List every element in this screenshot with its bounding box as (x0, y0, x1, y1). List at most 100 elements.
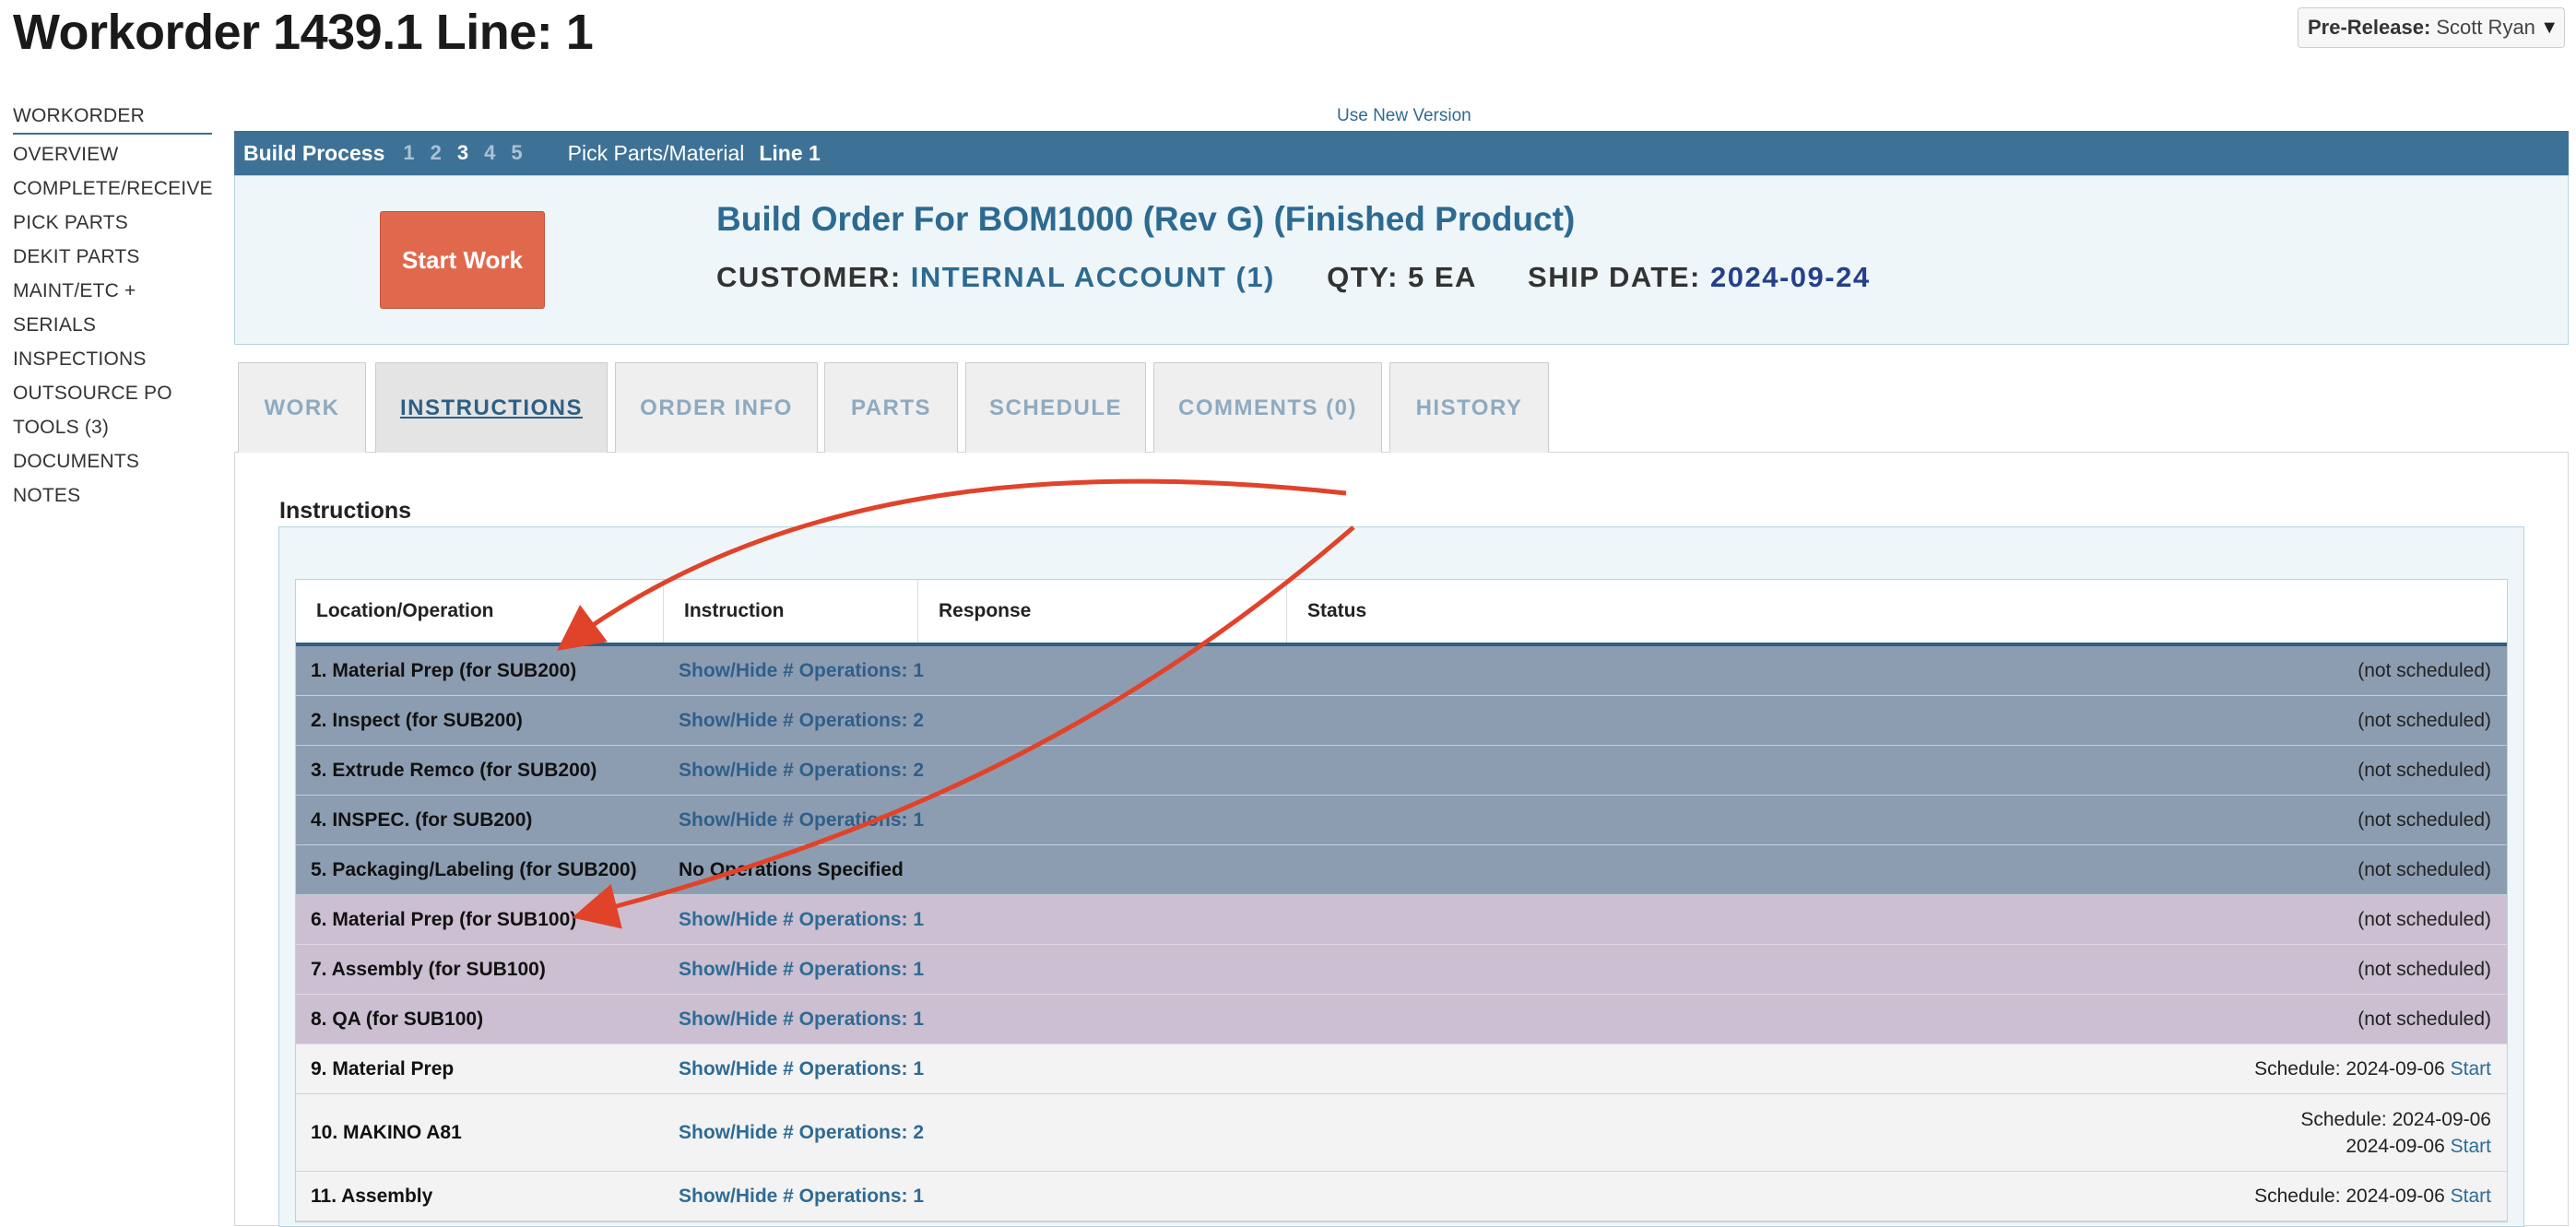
tab-instructions[interactable]: INSTRUCTIONS (375, 362, 608, 453)
build-step-4[interactable]: 4 (484, 141, 495, 165)
show-hide-operations-link[interactable]: Show/Hide # Operations: 1 (679, 1058, 924, 1080)
operation-name: 2. Inspect (for SUB200) (311, 709, 523, 731)
qty-value: QTY: 5 EA (1327, 261, 1476, 293)
operation-name: 7. Assembly (for SUB100) (311, 958, 546, 980)
table-row: 3. Extrude Remco (for SUB200) Show/Hide … (296, 746, 2507, 796)
nav-item-maint-etc[interactable]: MAINT/ETC + (13, 274, 212, 308)
nav-item-serials[interactable]: SERIALS (13, 308, 212, 342)
show-hide-operations-link[interactable]: Show/Hide # Operations: 1 (679, 809, 924, 831)
show-hide-operations-link[interactable]: Show/Hide # Operations: 2 (679, 1122, 924, 1143)
nav-item-documents[interactable]: DOCUMENTS (13, 444, 212, 478)
build-step-5[interactable]: 5 (511, 141, 522, 165)
dropdown-caret-icon: ▼ (2540, 18, 2558, 38)
operation-name: 11. Assembly (311, 1185, 433, 1207)
table-row: 11. Assembly Show/Hide # Operations: 1 S… (296, 1172, 2507, 1221)
status-text: (not scheduled) (2357, 1008, 2491, 1030)
nav-item-notes[interactable]: NOTES (13, 478, 212, 513)
build-step-1[interactable]: 1 (403, 141, 414, 165)
operation-name: 6. Material Prep (for SUB100) (311, 908, 577, 930)
prerelease-label: Pre-Release: (2308, 16, 2431, 39)
operation-name: 9. Material Prep (311, 1057, 455, 1080)
operation-name: 3. Extrude Remco (for SUB200) (311, 759, 597, 781)
operation-name: 1. Material Prep (for SUB200) (311, 659, 577, 681)
table-row: 10. MAKINO A81 Show/Hide # Operations: 2… (296, 1094, 2507, 1172)
start-operation-link[interactable]: Start (2451, 1058, 2491, 1080)
no-operations-text: No Operations Specified (679, 858, 904, 880)
table-header: Location/Operation Instruction Response … (296, 580, 2507, 646)
build-step-2[interactable]: 2 (431, 141, 442, 165)
tab-history[interactable]: HISTORY (1389, 362, 1549, 453)
show-hide-operations-link[interactable]: Show/Hide # Operations: 1 (679, 1009, 924, 1030)
tab-schedule[interactable]: SCHEDULE (965, 362, 1146, 453)
operation-name: 4. INSPEC. (for SUB200) (311, 808, 533, 831)
nav-item-inspections[interactable]: INSPECTIONS (13, 342, 212, 376)
table-row: 7. Assembly (for SUB100) Show/Hide # Ope… (296, 945, 2507, 995)
schedule-text: Schedule: 2024-09-06 (2300, 1108, 2491, 1130)
prerelease-user: Scott Ryan (2436, 16, 2535, 39)
column-header-response: Response (918, 580, 1287, 643)
table-row: 1. Material Prep (for SUB200) Show/Hide … (296, 646, 2507, 696)
start-operation-link[interactable]: Start (2451, 1136, 2491, 1157)
tab-order-info[interactable]: ORDER INFO (615, 362, 818, 453)
customer-label: CUSTOMER: (716, 261, 902, 293)
use-new-version-link[interactable]: Use New Version (1337, 106, 1471, 126)
tab-work[interactable]: WORK (238, 362, 366, 453)
build-order-title: Build Order For BOM1000 (Rev G) (Finishe… (716, 200, 1576, 238)
nav-item-outsource-po[interactable]: OUTSOURCE PO (13, 376, 212, 410)
nav-item-overview[interactable]: OVERVIEW (13, 137, 212, 171)
status-cell: Schedule: 2024-09-06 2024-09-06 Start (1126, 1106, 2507, 1160)
table-row: 8. QA (for SUB100) Show/Hide # Operation… (296, 995, 2507, 1044)
column-header-instruction: Instruction (664, 580, 918, 643)
show-hide-operations-link[interactable]: Show/Hide # Operations: 2 (679, 710, 924, 731)
show-hide-operations-link[interactable]: Show/Hide # Operations: 2 (679, 760, 924, 781)
table-row: 2. Inspect (for SUB200) Show/Hide # Oper… (296, 696, 2507, 746)
left-nav: WORKORDER OVERVIEW COMPLETE/RECEIVE PICK… (13, 101, 213, 513)
ship-date-value: 2024-09-24 (1709, 261, 1871, 293)
status-text: (not scheduled) (2357, 759, 2491, 781)
schedule-text: Schedule: 2024-09-06 (2254, 1185, 2445, 1207)
table-row: 6. Material Prep (for SUB100) Show/Hide … (296, 895, 2507, 945)
build-process-bar: Build Process 1 2 3 4 5 Pick Parts/Mater… (234, 131, 2569, 175)
table-row: 5. Packaging/Labeling (for SUB200) No Op… (296, 845, 2507, 895)
status-cell: Schedule: 2024-09-06 Start (1126, 1058, 2507, 1080)
schedule-text: Schedule: 2024-09-06 (2254, 1057, 2445, 1080)
start-work-button[interactable]: Start Work (380, 211, 545, 309)
customer-value[interactable]: INTERNAL ACCOUNT (1) (911, 261, 1275, 293)
operation-name: 8. QA (for SUB100) (311, 1008, 484, 1030)
show-hide-operations-link[interactable]: Show/Hide # Operations: 1 (679, 1186, 924, 1207)
build-step-3[interactable]: 3 (457, 141, 468, 165)
prerelease-user-select[interactable]: Pre-Release: Scott Ryan ▼ (2298, 7, 2565, 48)
nav-item-workorder[interactable]: WORKORDER (13, 101, 212, 135)
show-hide-operations-link[interactable]: Show/Hide # Operations: 1 (679, 959, 924, 980)
page-title: Workorder 1439.1 Line: 1 (13, 5, 594, 60)
column-header-location: Location/Operation (296, 580, 664, 643)
instructions-heading: Instructions (279, 498, 412, 524)
operation-name: 10. MAKINO A81 (311, 1121, 462, 1143)
tab-comments[interactable]: COMMENTS (0) (1153, 362, 1382, 453)
nav-item-tools[interactable]: TOOLS (3) (13, 410, 212, 444)
nav-item-dekit-parts[interactable]: DEKIT PARTS (13, 240, 212, 274)
build-order-header: Start Work Build Order For BOM1000 (Rev … (234, 175, 2569, 345)
column-header-status: Status (1307, 600, 1367, 621)
status-text: (not scheduled) (2357, 808, 2491, 831)
table-row: 4. INSPEC. (for SUB200) Show/Hide # Oper… (296, 796, 2507, 845)
status-cell: Schedule: 2024-09-06 Start (1126, 1186, 2507, 1208)
nav-item-pick-parts[interactable]: PICK PARTS (13, 206, 212, 240)
show-hide-operations-link[interactable]: Show/Hide # Operations: 1 (679, 909, 924, 930)
order-meta: CUSTOMER: INTERNAL ACCOUNT (1) QTY: 5 EA… (716, 261, 1871, 294)
instructions-table: Location/Operation Instruction Response … (295, 579, 2508, 1222)
nav-item-complete-receive[interactable]: COMPLETE/RECEIVE (13, 171, 213, 206)
status-text: (not scheduled) (2357, 858, 2491, 880)
status-text: (not scheduled) (2357, 709, 2491, 731)
build-process-label: Build Process (243, 140, 385, 165)
operation-name: 5. Packaging/Labeling (for SUB200) (311, 858, 637, 880)
status-text: (not scheduled) (2357, 958, 2491, 980)
start-operation-link[interactable]: Start (2451, 1186, 2491, 1207)
build-line-label: Line 1 (759, 140, 821, 165)
table-row: 9. Material Prep Show/Hide # Operations:… (296, 1044, 2507, 1094)
tab-parts[interactable]: PARTS (824, 362, 958, 453)
ship-date-label: SHIP DATE: (1528, 261, 1701, 293)
status-text: (not scheduled) (2357, 908, 2491, 930)
show-hide-operations-link[interactable]: Show/Hide # Operations: 1 (679, 660, 924, 681)
schedule-date: 2024-09-06 (2346, 1135, 2445, 1157)
